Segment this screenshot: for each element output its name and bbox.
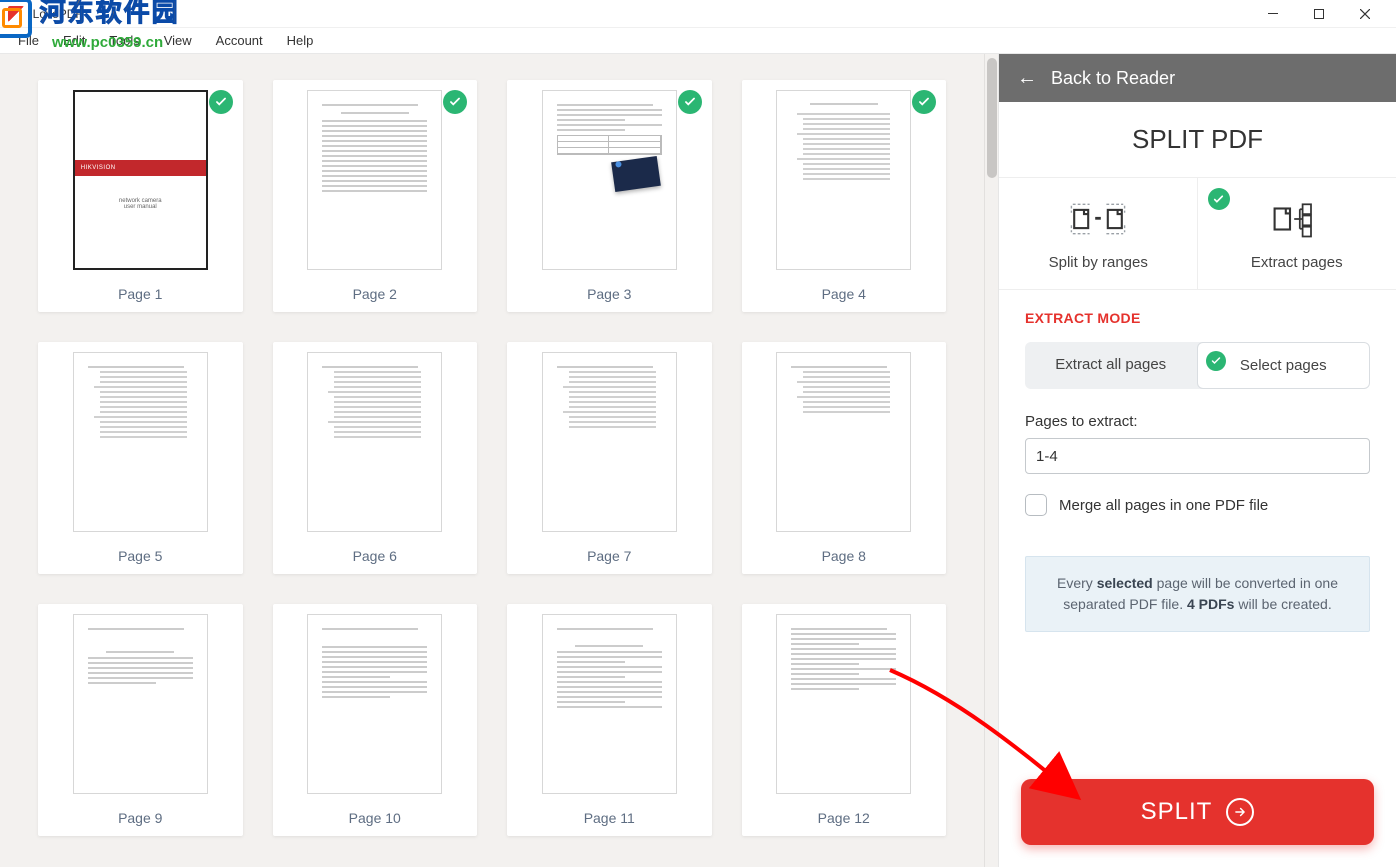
scrollbar-thumb[interactable] [987,58,997,178]
page-preview [307,614,442,794]
thumbnail-page-6[interactable]: Page 6 [273,342,478,574]
thumbnail-page-1[interactable]: HIKVISION network camerauser manual Page… [38,80,243,312]
thumbnail-grid: HIKVISION network camerauser manual Page… [38,80,946,836]
panel-title: SPLIT PDF [999,102,1396,178]
page-preview [776,614,911,794]
thumbnail-page-11[interactable]: Page 11 [507,604,712,836]
page-preview [776,90,911,270]
mode-tabs: Split by ranges Extract pages [999,178,1396,290]
maximize-button[interactable] [1296,0,1342,28]
tab-extract-pages[interactable]: Extract pages [1198,178,1396,289]
page-label: Page 3 [587,286,631,302]
page-label: Page 6 [353,548,397,564]
section-heading: EXTRACT MODE [1025,310,1370,326]
tab-label: Split by ranges [1049,254,1148,271]
thumbnail-page-2[interactable]: Page 2 [273,80,478,312]
close-button[interactable] [1342,0,1388,28]
menu-account[interactable]: Account [206,31,273,50]
pages-to-extract-label: Pages to extract: [1025,413,1370,430]
check-icon [678,90,702,114]
page-label: Page 10 [349,810,401,826]
split-button[interactable]: SPLIT [1021,779,1374,845]
title-bar: iLovePDF [0,0,1396,28]
page-preview [73,614,208,794]
page-preview [542,352,677,532]
menu-edit[interactable]: Edit [53,31,95,50]
tab-split-by-ranges[interactable]: Split by ranges [999,178,1198,289]
page-preview [542,614,677,794]
merge-row[interactable]: Merge all pages in one PDF file [1025,494,1370,516]
cover-brand: HIKVISION [75,160,206,176]
minimize-button[interactable] [1250,0,1296,28]
check-icon [443,90,467,114]
thumbnail-page-12[interactable]: Page 12 [742,604,947,836]
page-label: Page 2 [353,286,397,302]
thumbnail-page-8[interactable]: Page 8 [742,342,947,574]
arrow-right-circle-icon [1226,798,1254,826]
scrollbar[interactable] [984,54,998,867]
extract-pages-icon [1269,198,1325,240]
thumbnail-page-4[interactable]: Page 4 [742,80,947,312]
check-icon [1208,188,1230,210]
arrow-left-icon: ← [1017,67,1037,90]
page-preview [307,352,442,532]
photo-icon [611,156,661,192]
info-banner: Every selected page will be converted in… [1025,556,1370,632]
side-panel: ← Back to Reader SPLIT PDF Split by rang… [998,54,1396,867]
panel-body: EXTRACT MODE Extract all pages Select pa… [999,290,1396,759]
page-preview [73,352,208,532]
page-preview: HIKVISION network camerauser manual [73,90,208,270]
menu-view[interactable]: View [154,31,202,50]
back-to-reader-button[interactable]: ← Back to Reader [999,54,1396,102]
tab-label: Extract pages [1251,254,1343,271]
back-label: Back to Reader [1051,68,1175,89]
thumbnail-page-3[interactable]: Page 3 [507,80,712,312]
subtab-select-pages[interactable]: Select pages [1197,342,1371,389]
extract-mode-tabs: Extract all pages Select pages [1025,342,1370,389]
page-label: Page 12 [818,810,870,826]
pages-to-extract-input[interactable] [1025,438,1370,474]
page-label: Page 7 [587,548,631,564]
check-icon [209,90,233,114]
page-preview [542,90,677,270]
subtab-extract-all[interactable]: Extract all pages [1025,342,1197,389]
page-label: Page 1 [118,286,162,302]
page-label: Page 4 [822,286,866,302]
check-icon [912,90,936,114]
page-label: Page 9 [118,810,162,826]
check-icon [1206,351,1226,371]
split-ranges-icon [1070,198,1126,240]
thumbnail-area[interactable]: HIKVISION network camerauser manual Page… [0,54,984,867]
thumbnail-page-9[interactable]: Page 9 [38,604,243,836]
thumbnail-page-5[interactable]: Page 5 [38,342,243,574]
menu-file[interactable]: File [8,31,49,50]
page-label: Page 5 [118,548,162,564]
menu-tools[interactable]: Tools [99,31,149,50]
page-preview [776,352,911,532]
merge-checkbox[interactable] [1025,494,1047,516]
page-label: Page 8 [822,548,866,564]
app-icon [8,6,24,22]
menu-help[interactable]: Help [277,31,324,50]
window-controls [1250,0,1388,28]
merge-label: Merge all pages in one PDF file [1059,497,1268,514]
split-button-label: SPLIT [1141,798,1213,826]
thumbnail-page-7[interactable]: Page 7 [507,342,712,574]
page-preview [307,90,442,270]
window-title: iLovePDF [30,7,83,21]
page-label: Page 11 [584,810,635,826]
thumbnail-page-10[interactable]: Page 10 [273,604,478,836]
workspace: HIKVISION network camerauser manual Page… [0,54,1396,867]
menu-bar: File Edit Tools View Account Help [0,28,1396,54]
